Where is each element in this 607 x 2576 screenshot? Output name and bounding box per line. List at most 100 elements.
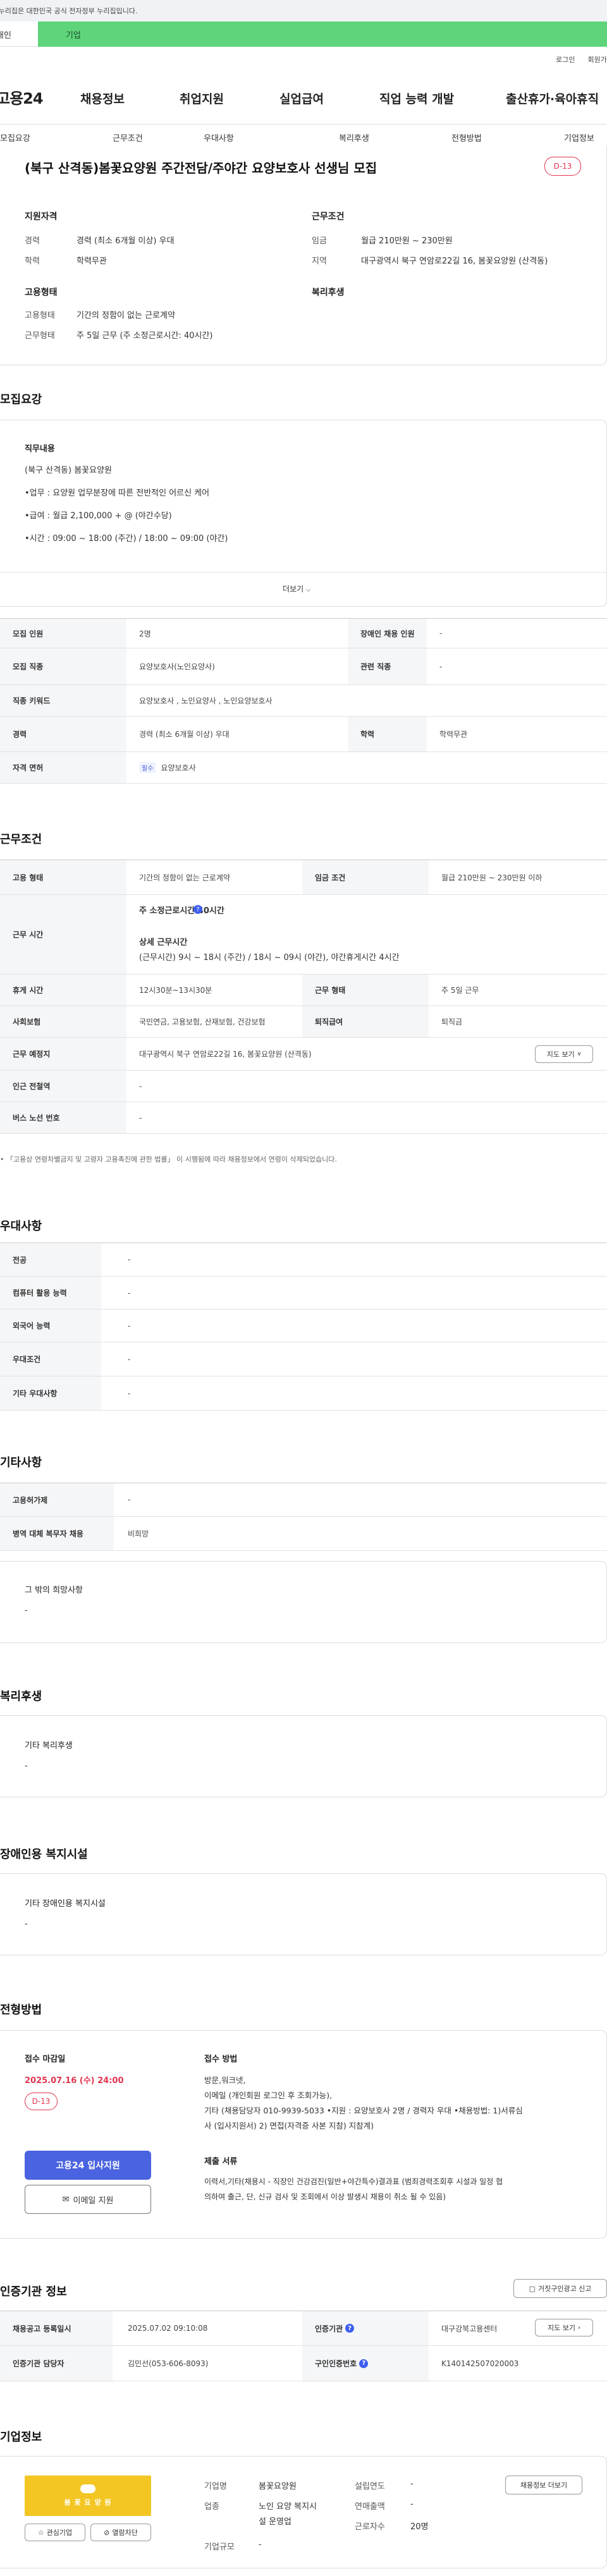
false-ad-report-button[interactable]: ▢ 거짓구인광고 신고 bbox=[513, 2279, 607, 2298]
table-cell: 2025.07.02 09:10:08 bbox=[128, 2324, 208, 2333]
qual-value: 학력무관 bbox=[77, 257, 107, 266]
table-row: 고용 형태 기간의 정함이 없는 근로계약 임금 조건 월급 210만원 ~ 2… bbox=[0, 860, 607, 895]
favorite-company-button[interactable]: ☆ 관심기업 bbox=[25, 2524, 85, 2541]
section-tab-company[interactable]: 기업정보 bbox=[564, 131, 594, 143]
revenue-value: - bbox=[410, 2500, 414, 2509]
hours-detail: (근무시간) 9시 ~ 18시 (주간) / 18시 ~ 09시 (야간), 야… bbox=[139, 953, 400, 963]
table-cell: - bbox=[439, 662, 443, 671]
gov-banner: 이 누리집은 대한민국 공식 전자정부 누리집입니다. bbox=[0, 0, 607, 21]
more-button[interactable]: 더보기 ⌵ bbox=[283, 583, 311, 594]
industry-label: 업종 bbox=[204, 2502, 219, 2512]
join-link[interactable]: 회원가입 bbox=[588, 54, 607, 64]
login-link[interactable]: 로그인 bbox=[556, 54, 575, 64]
disabled-heading: 장애인용 복지시설 bbox=[0, 1848, 88, 1861]
section-tab-recruit[interactable]: 모집요강 bbox=[0, 131, 30, 143]
table-header: 직종 키워드 bbox=[0, 685, 126, 716]
table-header: 모집 직종 bbox=[0, 648, 126, 684]
job-title: (북구 산격동)봄꽃요양원 주간전담/주야간 요양보호사 선생님 모집 bbox=[25, 161, 377, 176]
flower-icon bbox=[80, 2484, 95, 2493]
more-divider bbox=[0, 572, 607, 573]
required-tag: 필수 bbox=[139, 762, 156, 773]
tab-individual[interactable]: 개인 bbox=[0, 21, 38, 47]
gnb-divider bbox=[0, 124, 607, 125]
table-cell: - bbox=[128, 1495, 131, 1504]
table-header: 퇴직급여 bbox=[302, 1006, 429, 1037]
duty-line: (북구 산격동) 봄꽃요양원 bbox=[25, 466, 113, 475]
table-row: 채용공고 등록일시 2025.07.02 09:10:08 인증기관? 대구강북… bbox=[0, 2311, 607, 2346]
process-heading: 전형방법 bbox=[0, 2003, 42, 2017]
qual-value: 경력 (최소 6개월 이상) 우대 bbox=[77, 236, 175, 246]
revenue-label: 연매출액 bbox=[355, 2502, 385, 2512]
method-line: 사 (입사지원서) 2) 면접(자격증 사본 지참) 지참계) bbox=[204, 2121, 374, 2130]
benefit-card: 기타 복리후생 - bbox=[0, 1715, 607, 1797]
section-tab-work[interactable]: 근무조건 bbox=[113, 131, 143, 143]
qual-label: 학력 bbox=[25, 257, 40, 266]
hours-detail-title: 상세 근무시간 bbox=[139, 938, 188, 947]
block-icon: ⊘ bbox=[104, 2528, 110, 2537]
table-header: 고용 형태 bbox=[0, 860, 126, 894]
employees-label: 근로자수 bbox=[355, 2522, 385, 2532]
qual-label: 경력 bbox=[25, 236, 40, 246]
duty-line: •급여 : 월급 2,100,000 + @ (야간수당) bbox=[25, 511, 172, 521]
table-cell: 필수 요양보호사 bbox=[126, 752, 196, 783]
gnb-item-jobs[interactable]: 채용정보 bbox=[80, 90, 125, 107]
conditions-title: 근무조건 bbox=[312, 212, 345, 222]
table-header: 인근 전철역 bbox=[0, 1071, 126, 1102]
table-row: 우대조건 - bbox=[0, 1342, 607, 1376]
info-icon[interactable]: ? bbox=[345, 2324, 355, 2333]
cond-value: 월급 210만원 ~ 230만원 bbox=[361, 236, 453, 246]
company-size-value: - bbox=[259, 2540, 262, 2549]
table-header: 임금 조건 bbox=[302, 860, 429, 894]
tab-company[interactable]: 기업 bbox=[38, 21, 607, 47]
gnb-item-vocational-training[interactable]: 직업 능력 개발 bbox=[379, 90, 454, 107]
employment-type-title: 고용형태 bbox=[25, 288, 58, 298]
member-type-tabs: 개인 기업 bbox=[0, 21, 607, 47]
disabled-card: 기타 장애인용 복지시설 - bbox=[0, 1873, 607, 1955]
table-header: 고용허가제 bbox=[0, 1483, 114, 1516]
docs-line: 의하여 출근, 단, 신규 검사 및 조회에서 이상 발생시 채용이 취소 될 … bbox=[204, 2192, 446, 2201]
job-summary-card: (북구 산격동)봄꽃요양원 주간전담/주야간 요양보호사 선생님 모집 D-13… bbox=[0, 145, 607, 365]
table-header: 버스 노선 번호 bbox=[0, 1102, 126, 1133]
table-row: 인증기관 담당자 김민선(053-606-8093) 구인인증번호? K1401… bbox=[0, 2346, 607, 2381]
table-cell: 국민연금, 고용보험, 산재보험, 건강보험 bbox=[139, 1018, 266, 1026]
info-icon[interactable]: ? bbox=[359, 2359, 369, 2368]
gnb-item-unemployment-benefit[interactable]: 실업급여 bbox=[279, 90, 324, 107]
section-tab-benefit[interactable]: 복리후생 bbox=[339, 131, 369, 143]
table-cell: - bbox=[439, 629, 443, 638]
company-heading: 기업정보 bbox=[0, 2431, 42, 2444]
email-apply-button[interactable]: ✉ 이메일 지원 bbox=[25, 2185, 151, 2214]
table-header: 자격 면허 bbox=[0, 752, 126, 783]
table-cell: - bbox=[128, 1388, 131, 1398]
table-row: 근무 예정지 대구광역시 북구 연암로22길 16, 봄꽃요양원 (산격동) 지… bbox=[0, 1038, 607, 1071]
gnb-item-employment-support[interactable]: 취업지원 bbox=[180, 90, 224, 107]
company-name: 봄꽃요양원 bbox=[259, 2482, 297, 2491]
duty-card: 직무내용 (북구 산격동) 봄꽃요양원 •업무 : 요양원 업무분장에 따른 전… bbox=[0, 420, 607, 607]
duty-line: •업무 : 요양원 업무분장에 따른 전반적인 어르신 케어 bbox=[25, 489, 210, 498]
table-cell: 월급 210만원 ~ 230만원 이하 bbox=[441, 873, 543, 882]
table-header: 경력 bbox=[0, 717, 126, 751]
table-cell: 비희망 bbox=[128, 1529, 149, 1538]
map-view-button[interactable]: 지도 보기 ∨ bbox=[535, 1045, 593, 1063]
table-row: 직종 키워드 요양보호사 , 노인요양사 , 노인요양보호사 bbox=[0, 685, 607, 717]
founded-label: 설립연도 bbox=[355, 2482, 385, 2491]
qualification-title: 지원자격 bbox=[25, 212, 58, 222]
deadline-title: 접수 마감일 bbox=[25, 2055, 66, 2064]
table-cell: 요양보호사 , 노인요양사 , 노인요양보호사 bbox=[139, 696, 273, 705]
section-tab-pref[interactable]: 우대사항 bbox=[204, 131, 234, 143]
deadline-dday-badge: D-13 bbox=[25, 2093, 58, 2110]
founded-value: - bbox=[410, 2479, 414, 2489]
table-cell: - bbox=[139, 1081, 142, 1091]
table-cell: 대구광역시 북구 연암로22길 16, 봄꽃요양원 (산격동) bbox=[139, 1050, 312, 1059]
age-notice: • 「고용상 연령차별금지 및 고령자 고용촉진에 관한 법률」 이 시행됨에 … bbox=[0, 1155, 337, 1163]
cert-map-view-button[interactable]: 지도 보기 › bbox=[535, 2319, 593, 2336]
apply-button[interactable]: 고용24 입사지원 bbox=[25, 2151, 151, 2180]
section-tab-process[interactable]: 전형방법 bbox=[451, 131, 482, 143]
emp-value: 기간의 정함이 없는 근로계약 bbox=[77, 311, 175, 320]
block-view-button[interactable]: ⊘ 열람차단 bbox=[90, 2524, 151, 2541]
gnb-item-parental-leave[interactable]: 출산휴가·육아휴직 bbox=[506, 90, 599, 107]
more-jobs-button[interactable]: 채용정보 더보기 bbox=[505, 2476, 582, 2494]
main-navigation: 채용정보 취업지원 실업급여 직업 능력 개발 출산휴가·육아휴직 bbox=[0, 90, 607, 106]
info-icon[interactable]: ? bbox=[193, 905, 202, 914]
table-row: 전공 - bbox=[0, 1242, 607, 1277]
star-icon: ☆ bbox=[37, 2528, 44, 2537]
